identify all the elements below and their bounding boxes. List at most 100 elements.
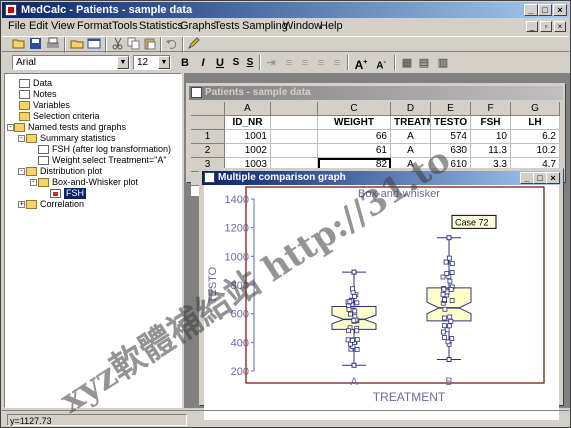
- header-cell[interactable]: TREATMENT: [391, 116, 431, 130]
- maximize-button[interactable]: □: [538, 4, 552, 16]
- window-icon[interactable]: [87, 37, 101, 50]
- justify-icon[interactable]: ≡: [330, 56, 344, 70]
- data-point: [448, 318, 454, 324]
- folder-tree-icon[interactable]: [70, 37, 84, 50]
- box-whisker-chart[interactable]: Box-and-whisker 200 400 600 800 1000 1200 1400 T…: [204, 185, 559, 405]
- paste-icon[interactable]: [143, 37, 157, 50]
- table-cell[interactable]: 1002: [225, 144, 271, 158]
- italic-button[interactable]: I: [196, 56, 210, 70]
- header-cell[interactable]: LH: [511, 116, 560, 130]
- table-icon[interactable]: ▤: [417, 56, 431, 70]
- header-cell[interactable]: WEIGHT: [318, 116, 391, 130]
- table-cell[interactable]: A: [391, 130, 431, 144]
- menu-edit[interactable]: Edit: [29, 20, 48, 32]
- menu-tests[interactable]: Tests: [214, 20, 240, 32]
- table-cell[interactable]: [271, 144, 318, 158]
- folder-icon: [26, 200, 37, 209]
- row-header[interactable]: 2: [191, 144, 225, 158]
- collapse-toggle[interactable]: -: [30, 179, 37, 186]
- menu-sampling[interactable]: Sampling: [242, 20, 288, 32]
- graph-canvas[interactable]: Box-and-whisker 200 400 600 800 1000 1200 1400 T…: [204, 185, 559, 420]
- spreadsheet-title-bar[interactable]: Patients - sample data: [189, 86, 563, 100]
- corner-cell[interactable]: [191, 102, 225, 116]
- font-size-combo[interactable]: 12 ▼: [133, 55, 171, 70]
- cut-icon[interactable]: [111, 37, 125, 50]
- font-combo[interactable]: Arial ▼: [12, 55, 130, 70]
- collapse-toggle[interactable]: -: [7, 124, 14, 131]
- underline-button[interactable]: U: [213, 56, 227, 70]
- graph-close-button[interactable]: ×: [546, 172, 560, 184]
- header-cell[interactable]: FSH: [471, 116, 511, 130]
- column-header[interactable]: A: [225, 102, 271, 116]
- menu-help[interactable]: Help: [320, 20, 343, 32]
- y-tick-label: 400: [231, 337, 249, 349]
- indent-icon[interactable]: ⇥: [264, 56, 278, 70]
- row-header[interactable]: [191, 116, 225, 130]
- data-point: [446, 357, 452, 363]
- header-cell[interactable]: ID_NR: [225, 116, 271, 130]
- data-point: [350, 286, 355, 292]
- x-tick-label: B: [445, 376, 452, 388]
- graph-maximize-button[interactable]: □: [533, 172, 547, 184]
- double-underline-button[interactable]: S: [243, 56, 257, 70]
- expand-toggle[interactable]: +: [18, 201, 25, 208]
- folder-icon: [26, 134, 37, 143]
- column-header[interactable]: D: [391, 102, 431, 116]
- menu-window[interactable]: Window: [283, 20, 322, 32]
- folder-icon: [19, 112, 30, 121]
- table-cell[interactable]: 6.2: [511, 130, 560, 144]
- collapse-toggle[interactable]: -: [18, 168, 25, 175]
- close-button[interactable]: ×: [553, 4, 567, 16]
- save-icon[interactable]: [29, 37, 43, 50]
- bold-button[interactable]: B: [178, 56, 192, 70]
- table-cell[interactable]: 66: [318, 130, 391, 144]
- table-cell[interactable]: 10: [471, 130, 511, 144]
- table-cell[interactable]: 61: [318, 144, 391, 158]
- table-cell[interactable]: 630: [431, 144, 471, 158]
- grow-font-icon[interactable]: A+: [354, 56, 368, 72]
- chevron-down-icon[interactable]: ▼: [158, 56, 170, 69]
- column-header[interactable]: F: [471, 102, 511, 116]
- table-cell[interactable]: 574: [431, 130, 471, 144]
- chart-icon[interactable]: ▥: [436, 56, 450, 70]
- header-cell[interactable]: [271, 116, 318, 130]
- mdi-restore-button[interactable]: ▫: [540, 21, 552, 32]
- strikethrough-button[interactable]: S: [229, 56, 243, 70]
- column-header[interactable]: E: [431, 102, 471, 116]
- menu-view[interactable]: View: [51, 20, 75, 32]
- graph-minimize-button[interactable]: _: [520, 172, 534, 184]
- copy-icon[interactable]: [127, 37, 141, 50]
- align-right-icon[interactable]: ≡: [314, 56, 328, 70]
- chevron-down-icon[interactable]: ▼: [117, 56, 129, 69]
- data-point: [346, 328, 351, 334]
- column-header[interactable]: C: [318, 102, 391, 116]
- graph-title-bar[interactable]: Multiple comparison graph _ □ ×: [202, 171, 561, 185]
- table-cell[interactable]: A: [391, 144, 431, 158]
- mdi-close-button[interactable]: ×: [554, 21, 566, 32]
- pencil-icon[interactable]: [187, 37, 201, 50]
- menu-format[interactable]: Format: [77, 20, 112, 32]
- align-center-icon[interactable]: ≡: [298, 56, 312, 70]
- align-left-icon[interactable]: ≡: [282, 56, 296, 70]
- shrink-font-icon[interactable]: A-: [374, 56, 388, 71]
- row-header[interactable]: 1: [191, 130, 225, 144]
- table-cell[interactable]: [271, 130, 318, 144]
- collapse-toggle[interactable]: -: [18, 135, 25, 142]
- grid-icon[interactable]: ▦: [400, 56, 414, 70]
- minimize-button[interactable]: _: [524, 4, 538, 16]
- open-folder-icon[interactable]: [12, 37, 26, 50]
- menu-file[interactable]: File: [8, 20, 26, 32]
- menu-tools[interactable]: Tools: [112, 20, 138, 32]
- menu-statistics[interactable]: Statistics: [139, 20, 183, 32]
- title-bar[interactable]: MedCalc - Patients - sample data _ □ ×: [2, 2, 569, 18]
- table-cell[interactable]: 1001: [225, 130, 271, 144]
- table-cell[interactable]: 11.3: [471, 144, 511, 158]
- table-cell[interactable]: 10.2: [511, 144, 560, 158]
- column-header[interactable]: G: [511, 102, 560, 116]
- mdi-minimize-button[interactable]: _: [526, 21, 538, 32]
- column-header[interactable]: [271, 102, 318, 116]
- header-cell[interactable]: TESTO: [431, 116, 471, 130]
- undo-icon[interactable]: [165, 37, 179, 50]
- menu-graphs[interactable]: Graphs: [180, 20, 216, 32]
- print-icon[interactable]: [46, 37, 60, 50]
